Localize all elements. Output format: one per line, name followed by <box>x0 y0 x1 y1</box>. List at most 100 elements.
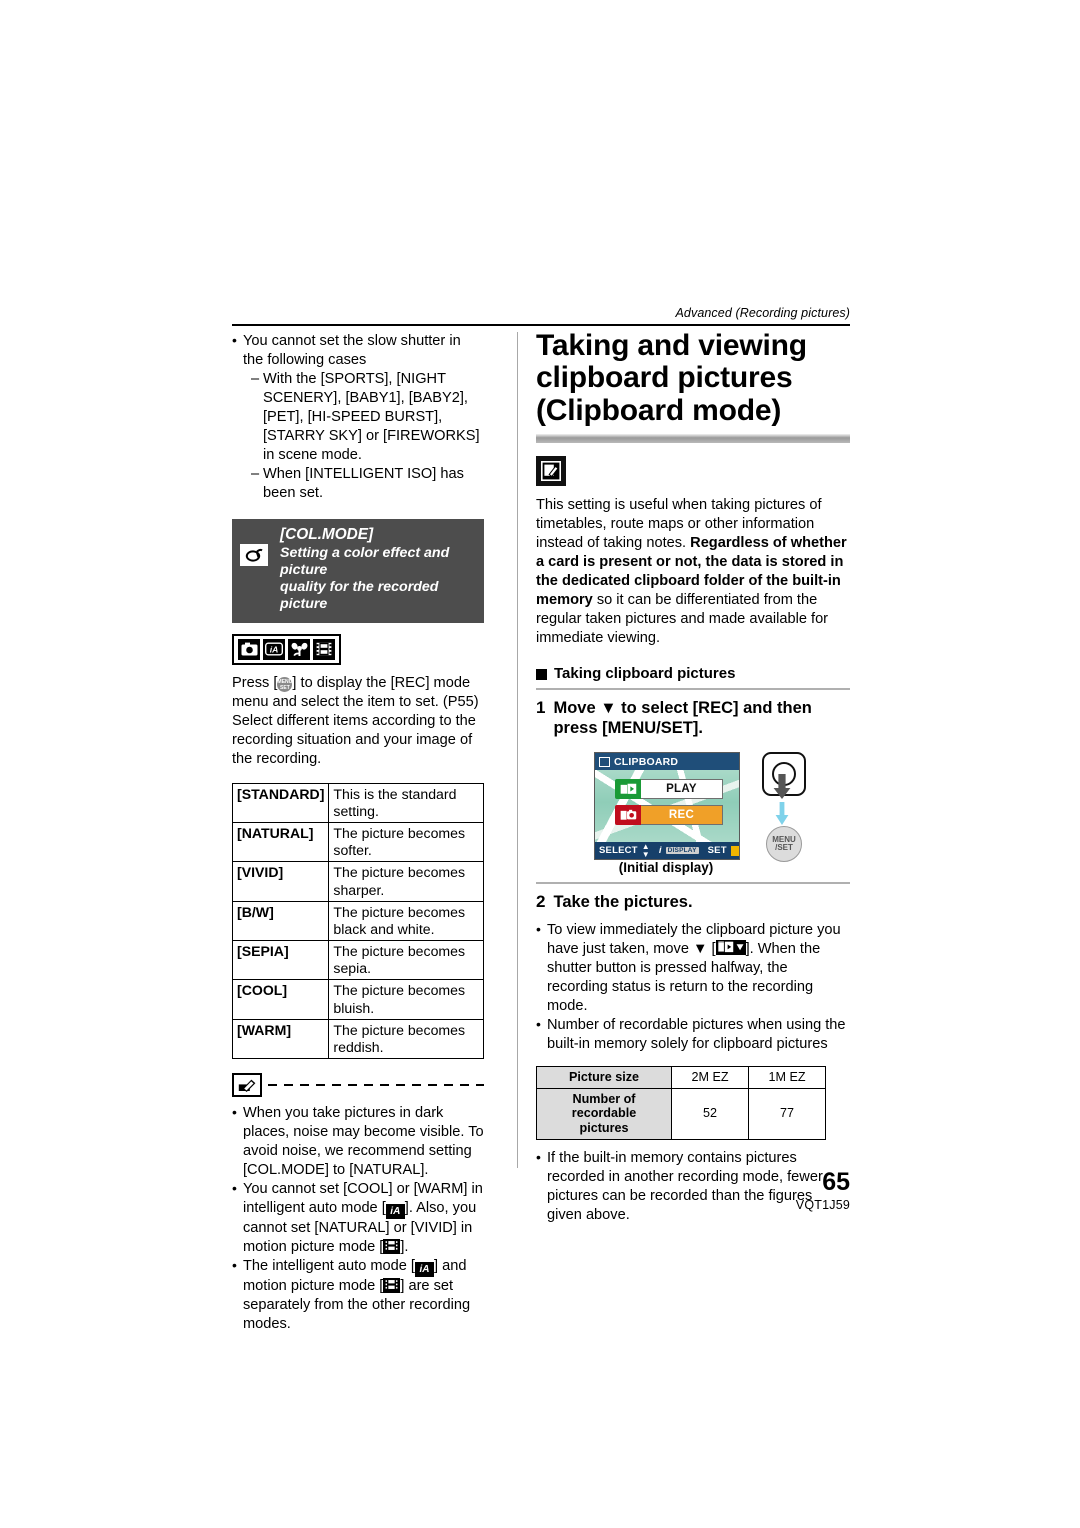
macro-mode-icon <box>288 638 310 660</box>
list-item: You cannot set [COOL] or [WARM] in intel… <box>232 1179 484 1257</box>
lcd-status-bar: SELECT ▲ ▼ i DISPLAY SET <box>595 842 739 860</box>
rec-mode-icon <box>238 638 260 660</box>
play-icon <box>615 779 641 800</box>
header-rule <box>232 324 850 326</box>
step-rule-2 <box>536 882 850 885</box>
clipboard-mode-icon <box>536 456 566 487</box>
right-column: Taking and viewing clipboard pictures (C… <box>536 329 850 1225</box>
col-mode-subtitle-line1: Setting a color effect and picture <box>280 544 450 578</box>
step-2-text: Take the pictures. <box>553 893 693 912</box>
recordable-pictures-table: Picture size 2M EZ 1M EZ Number of recor… <box>536 1065 826 1141</box>
color-mode-desc: The picture becomes sepia. <box>328 940 484 981</box>
motion-picture-icon <box>313 638 335 660</box>
motion-picture-icon <box>383 1239 401 1255</box>
lcd-row-play[interactable]: PLAY <box>615 779 723 800</box>
press-paragraph-pre: Press [ <box>232 674 278 691</box>
color-mode-key: [B/W] <box>231 900 330 942</box>
motion-picture-icon <box>383 1278 401 1293</box>
color-mode-desc: The picture becomes bluish. <box>328 979 484 1020</box>
table-row: [COOL] The picture becomes bluish. <box>231 979 484 1020</box>
square-bullet-icon <box>536 668 547 680</box>
recordable-count-header-line2: pictures <box>579 1121 629 1136</box>
step-2-bullets: To view immediately the clipboard pictur… <box>536 920 850 1054</box>
recordable-count-value: 52 <box>671 1087 749 1141</box>
lcd-screen: CLIPBOARD PLAY REC SELECT ▲ ▼ i DISPLAY … <box>594 752 740 861</box>
info-icon: i <box>658 845 662 857</box>
rec-icon <box>615 805 641 826</box>
color-mode-desc: The picture becomes softer. <box>328 821 484 863</box>
color-mode-table: [STANDARD] This is the standard setting.… <box>231 782 484 1060</box>
col-mode-subtitle-line2: quality for the recorded picture <box>280 579 439 613</box>
page-number: 65 <box>822 1168 850 1196</box>
picture-size-value: 2M EZ <box>671 1065 749 1089</box>
lcd-title-bar: CLIPBOARD <box>595 753 739 771</box>
playback-clipboard-icon <box>715 939 746 955</box>
manual-page: Advanced (Recording pictures) You cannot… <box>0 0 1080 1528</box>
lcd-select-label: SELECT <box>599 845 638 857</box>
table-row: Picture size 2M EZ 1M EZ <box>536 1065 826 1089</box>
note-icon <box>232 1073 262 1098</box>
step-1-text: Move ▼ to select [REC] and then press [M… <box>553 698 812 738</box>
note-divider <box>232 1073 484 1098</box>
list-item: To view immediately the clipboard pictur… <box>536 920 850 1016</box>
color-mode-desc: The picture becomes black and white. <box>328 900 484 942</box>
intelligent-auto-icon: iA <box>385 1204 405 1220</box>
step-2-number: 2 <box>536 892 546 912</box>
list-item: With the [SPORTS], [NIGHT SCENERY], [BAB… <box>251 370 484 465</box>
table-row: [STANDARD] This is the standard setting. <box>231 782 484 823</box>
lcd-rec-label: REC <box>641 805 723 826</box>
up-down-arrow-icon: ▲ ▼ <box>641 842 650 859</box>
step-2: 2 Take the pictures. <box>536 892 850 913</box>
col-mode-banner: [COL.MODE] Setting a color effect and pi… <box>232 518 484 623</box>
figure-caption: (Initial display) <box>618 860 714 876</box>
color-mode-key: [STANDARD] <box>231 782 330 823</box>
slow-shutter-dash-list: With the [SPORTS], [NIGHT SCENERY], [BAB… <box>251 370 484 503</box>
step-1-number: 1 <box>536 697 546 717</box>
table-row: [NATURAL] The picture becomes softer. <box>231 821 484 863</box>
step-rule <box>536 687 850 690</box>
page-title-line3: (Clipboard mode) <box>536 393 782 427</box>
picture-size-value: 1M EZ <box>748 1065 826 1089</box>
lcd-row-rec[interactable]: REC <box>615 805 723 826</box>
table-row: [SEPIA] The picture becomes sepia. <box>231 940 484 981</box>
table-row: [VIVID] The picture becomes sharper. <box>231 861 484 902</box>
list-item: The intelligent auto mode [iA] and motio… <box>232 1256 484 1334</box>
list-item: You cannot set the slow shutter in the f… <box>232 331 484 503</box>
recordable-count-header-line1: Number of recordable <box>571 1091 637 1121</box>
display-badge: DISPLAY <box>665 847 699 855</box>
recordable-count-header: Number of recordable pictures <box>536 1087 672 1141</box>
page-title-line1: Taking and viewing <box>536 329 807 362</box>
col-mode-subtitle: Setting a color effect and picture quali… <box>280 545 476 614</box>
menu-set-icon: MENU SET <box>277 676 293 692</box>
table-row: Number of recordable pictures 52 77 <box>536 1087 826 1141</box>
page-title-line2: clipboard pictures <box>536 361 793 395</box>
section-heading-taking-clipboard: Taking clipboard pictures <box>536 665 850 682</box>
color-mode-desc: The picture becomes sharper. <box>328 861 484 902</box>
applicable-modes-strip: iA <box>232 633 341 665</box>
picture-size-header: Picture size <box>536 1065 672 1089</box>
lcd-title-label: CLIPBOARD <box>614 755 679 768</box>
menu-set-line2: /SET <box>775 843 793 853</box>
table-row: [WARM] The picture becomes reddish. <box>231 1018 484 1060</box>
intelligent-auto-icon: iA <box>263 638 285 660</box>
document-code: VQT1J59 <box>795 1198 850 1212</box>
column-divider <box>517 332 518 1168</box>
col-mode-notes: When you take pictures in dark places, n… <box>232 1103 484 1334</box>
color-mode-desc: This is the standard setting. <box>328 782 484 823</box>
list-item: When you take pictures in dark places, n… <box>232 1103 484 1180</box>
color-mode-key: [WARM] <box>231 1018 330 1060</box>
menu-set-button-icon[interactable]: MENU /SET <box>766 826 802 863</box>
color-mode-key: [VIVID] <box>231 861 330 902</box>
col-mode-title: [COL.MODE] <box>280 525 374 543</box>
press-menu-paragraph: Press [MENU SET] to display the [REC] mod… <box>232 674 484 769</box>
color-mode-key: [COOL] <box>231 979 330 1020</box>
color-mode-key: [SEPIA] <box>231 940 330 981</box>
list-item: Number of recordable pictures when using… <box>536 1015 850 1054</box>
lcd-set-label: SET <box>707 845 727 857</box>
slow-shutter-note-list: You cannot set the slow shutter in the f… <box>232 331 484 503</box>
initial-display-figure: CLIPBOARD PLAY REC SELECT ▲ ▼ i DISPLAY … <box>536 752 850 878</box>
color-mode-desc: The picture becomes reddish. <box>328 1018 484 1060</box>
color-mode-icon <box>240 543 268 566</box>
section-heading-label: Taking clipboard pictures <box>554 664 736 682</box>
blue-down-arrow-icon <box>775 802 789 826</box>
